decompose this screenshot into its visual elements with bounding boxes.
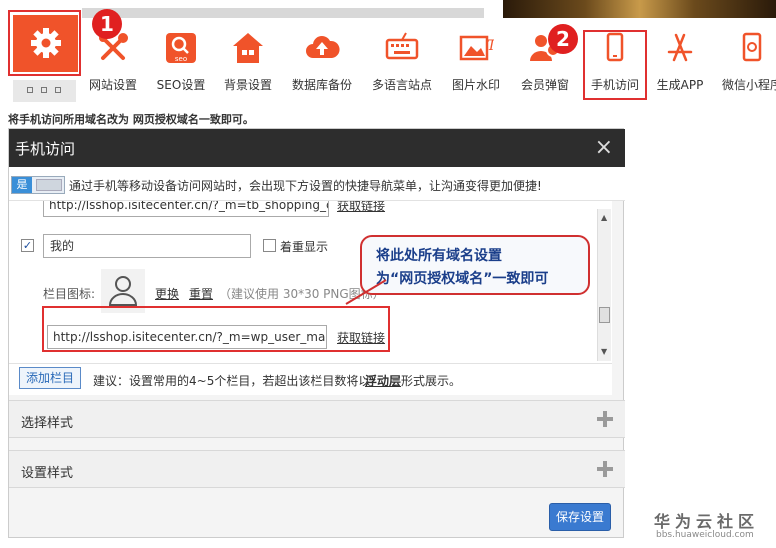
set-style-section[interactable]: 设置样式 xyxy=(9,450,625,488)
keyboard-icon xyxy=(385,32,419,60)
reset-icon-link[interactable]: 重置 xyxy=(189,285,213,302)
toggle-on-label: 是 xyxy=(12,177,32,193)
tool-label: 网站设置 xyxy=(88,78,137,92)
step-badge-2: 2 xyxy=(548,24,578,54)
save-settings-button[interactable]: 保存设置 xyxy=(549,503,611,531)
grid-dot-icon xyxy=(41,87,47,93)
app-store-icon xyxy=(667,33,693,62)
scroll-down-icon[interactable]: ▼ xyxy=(601,347,607,356)
tool-generate-app[interactable]: 生成APP xyxy=(652,30,708,100)
enable-row: 是 通过手机等移动设备访问网站时，会出现下方设置的快捷导航菜单，让沟通变得更加便… xyxy=(9,167,625,201)
tool-site-settings[interactable]: 网站设置 xyxy=(84,30,142,100)
prev-url-input[interactable]: http://lsshop.isitecenter.cn/?_m=tb_shop… xyxy=(43,201,329,217)
mini-program-icon xyxy=(742,32,762,62)
toggle-knob xyxy=(36,179,62,191)
scroll-up-icon[interactable]: ▲ xyxy=(601,213,607,222)
close-icon[interactable]: × xyxy=(595,135,613,160)
tool-seo-settings[interactable]: seo SEO设置 xyxy=(152,30,210,100)
bold-display-checkbox[interactable] xyxy=(263,239,276,252)
tool-wechat-miniprogram[interactable]: 微信小程序 xyxy=(716,30,776,100)
mobile-access-highlight-box xyxy=(583,30,647,100)
watermark-url: bbs.huaweicloud.com xyxy=(656,530,754,540)
tool-label: 微信小程序 xyxy=(722,78,776,92)
expand-plus-icon[interactable] xyxy=(597,461,613,477)
floating-layer-link[interactable]: 浮动层 xyxy=(365,372,401,389)
tool-label: 数据库备份 xyxy=(291,78,352,92)
tool-image-watermark[interactable]: T 图片水印 xyxy=(446,30,506,100)
callout-line-2: 为“网页授权域名”一致即可 xyxy=(376,271,549,287)
tool-background-settings[interactable]: 背景设置 xyxy=(218,30,278,100)
bold-display-label: 着重显示 xyxy=(280,240,329,254)
add-item-row: 添加栏目 建议：设置常用的4~5个栏目，若超出该栏目数将以 浮动层 形式展示。 xyxy=(9,363,612,395)
list-scrollbar[interactable]: ▲ ▼ xyxy=(597,209,611,361)
tool-label: SEO设置 xyxy=(156,78,206,92)
tool-database-backup[interactable]: 数据库备份 xyxy=(288,30,356,100)
cloud-upload-icon xyxy=(306,36,340,58)
svg-text:seo: seo xyxy=(175,55,187,63)
svg-text:T: T xyxy=(487,38,494,54)
grid-dot-icon xyxy=(55,87,61,93)
image-watermark-icon: T xyxy=(459,35,494,61)
house-icon xyxy=(233,33,263,63)
grid-dot-icon xyxy=(27,87,33,93)
prev-get-link[interactable]: 获取链接 xyxy=(337,201,385,214)
change-icon-link[interactable]: 更换 xyxy=(155,285,179,302)
grid-menu-button[interactable] xyxy=(13,80,76,102)
watermark-name: 华为云社区 xyxy=(654,512,760,531)
seo-magnifier-icon: seo xyxy=(166,33,196,63)
url-highlight-box xyxy=(42,306,390,352)
callout-pointer-arrow xyxy=(345,279,387,305)
suggestion-suffix: 形式展示。 xyxy=(401,374,462,388)
select-style-section[interactable]: 选择样式 xyxy=(9,400,625,438)
tool-label: 多语言站点 xyxy=(371,78,432,92)
intro-text: 通过手机等移动设备访问网站时，会出现下方设置的快捷导航菜单，让沟通变得更加便捷! xyxy=(69,179,542,193)
tool-label: 图片水印 xyxy=(451,78,500,92)
tool-label: 背景设置 xyxy=(223,78,272,92)
icon-label: 栏目图标: xyxy=(43,287,96,301)
callout-line-1: 将此处所有域名设置 xyxy=(376,248,502,264)
annotation-callout: 将此处所有域名设置 为“网页授权域名”一致即可 xyxy=(360,235,590,295)
dialog-title: 手机访问 xyxy=(15,140,76,158)
section-label: 选择样式 xyxy=(21,416,74,431)
scrollbar-thumb[interactable] xyxy=(599,307,610,323)
tool-label: 会员弹窗 xyxy=(520,78,569,92)
item-name-input[interactable]: 我的 xyxy=(43,234,251,258)
section-label: 设置样式 xyxy=(21,466,74,481)
top-banner-image xyxy=(503,0,776,18)
item-enabled-checkbox[interactable]: ✓ xyxy=(21,239,34,252)
tool-multilang-site[interactable]: 多语言站点 xyxy=(368,30,436,100)
tool-label: 生成APP xyxy=(656,78,704,92)
top-strip xyxy=(82,8,484,18)
expand-plus-icon[interactable] xyxy=(597,411,613,427)
suggestion-prefix: 建议：设置常用的4~5个栏目，若超出该栏目数将以 xyxy=(93,374,371,388)
enable-toggle[interactable]: 是 xyxy=(11,176,65,194)
instruction-note: 将手机访问所用域名改为 网页授权域名一致即可。 xyxy=(8,113,254,126)
add-item-button[interactable]: 添加栏目 xyxy=(19,367,81,389)
dialog-header: 手机访问 × xyxy=(9,129,625,167)
settings-highlight-box xyxy=(8,10,81,76)
step-badge-1: 1 xyxy=(92,9,122,39)
